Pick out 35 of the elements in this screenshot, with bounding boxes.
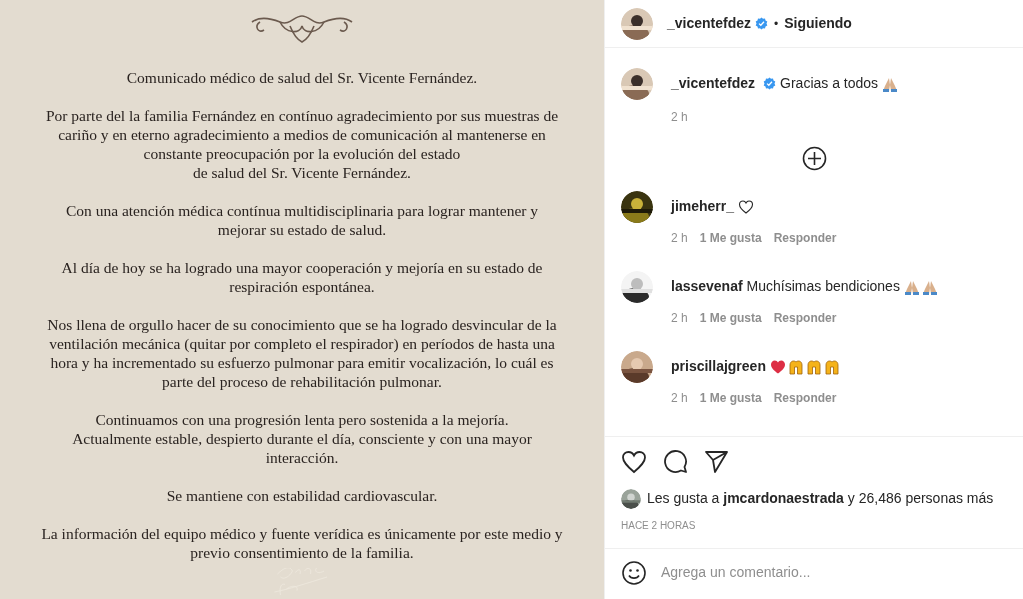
comment-time: 2 h	[671, 390, 688, 407]
comment-time: 2 h	[671, 109, 689, 126]
comment-input[interactable]: Agrega un comentario...	[661, 562, 1007, 583]
raised-hands-icon	[823, 358, 840, 375]
heart-icon	[769, 358, 786, 375]
statement-paragraph: Al día de hoy se ha logrado una mayor cooperación y mejoría en su estado de respiración espontánea.	[61, 258, 543, 296]
ornament-icon	[250, 12, 354, 46]
statement-paragraph: Por parte del la familia Fernández en contínuo agradecimiento por sus muestras de cariño y en eterno agradecimiento a medios de comunicación al mantenerse en constante preocupación por la evolución del estado de salud del Sr. Vicente Fernández.	[45, 106, 559, 182]
raised-hands-icon	[805, 358, 822, 375]
raised-hands-icon	[787, 358, 804, 375]
following-button[interactable]: Siguiendo	[784, 13, 852, 34]
username-link[interactable]: _vicentefdez	[667, 13, 752, 34]
like-icon[interactable]	[621, 449, 647, 474]
separator-dot: •	[774, 15, 779, 33]
username-link[interactable]: priscillajgreen	[671, 356, 766, 377]
statement-paragraph: Comunicado médico de salud del Sr. Vicente Fernández.	[126, 68, 478, 87]
comment-time: 2 h	[671, 310, 688, 327]
comment-time: 2 h	[671, 230, 688, 247]
username-link[interactable]: jimeherr_	[671, 196, 735, 217]
heart-outline-icon	[738, 198, 755, 215]
username-link[interactable]: lassevenaf	[671, 276, 743, 297]
statement-paragraph: La información del equipo médico y fuente verídica es únicamente por este medio y previo consentimiento de la familia.	[41, 524, 563, 562]
share-icon[interactable]	[704, 449, 729, 474]
statement-paragraph: Con una atención médica contínua multidisciplinaria para lograr mantener y mejorar su estado de salud.	[65, 201, 539, 239]
comment-text: Muchísimas bendiciones	[746, 277, 900, 296]
statement-paragraph: Nos llena de orgullo hacer de su conocimiento que se ha logrado desvincular de la ventilación mecánica (quitar por completo el respirador) en períodos de hasta una hora y ha incrementado su esfuerzo pulmonar para emitir vocalización, lo cuál es parte del proceso de rehabilitación pulmonar.	[47, 315, 557, 391]
post-timestamp: HACE 2 HORAS	[620, 519, 697, 533]
username-link[interactable]: _vicentefdez	[671, 73, 756, 94]
caption-text: Gracias a todos	[780, 74, 879, 93]
statement-paragraph: Se mantiene con estabilidad cardiovascular.	[166, 486, 438, 505]
emoji-icon[interactable]	[621, 559, 647, 586]
load-more-icon[interactable]	[801, 146, 827, 171]
statement-paragraph: Continuamos con una progresión lenta pero sostenida a la mejoría. Actualmente estable, despierto durante el día, consciente y con una mayor interacción.	[72, 410, 532, 467]
comment-icon[interactable]	[663, 449, 688, 474]
likes-text: Les gusta a jmcardonaestrada y 26,486 personas más	[647, 489, 994, 508]
